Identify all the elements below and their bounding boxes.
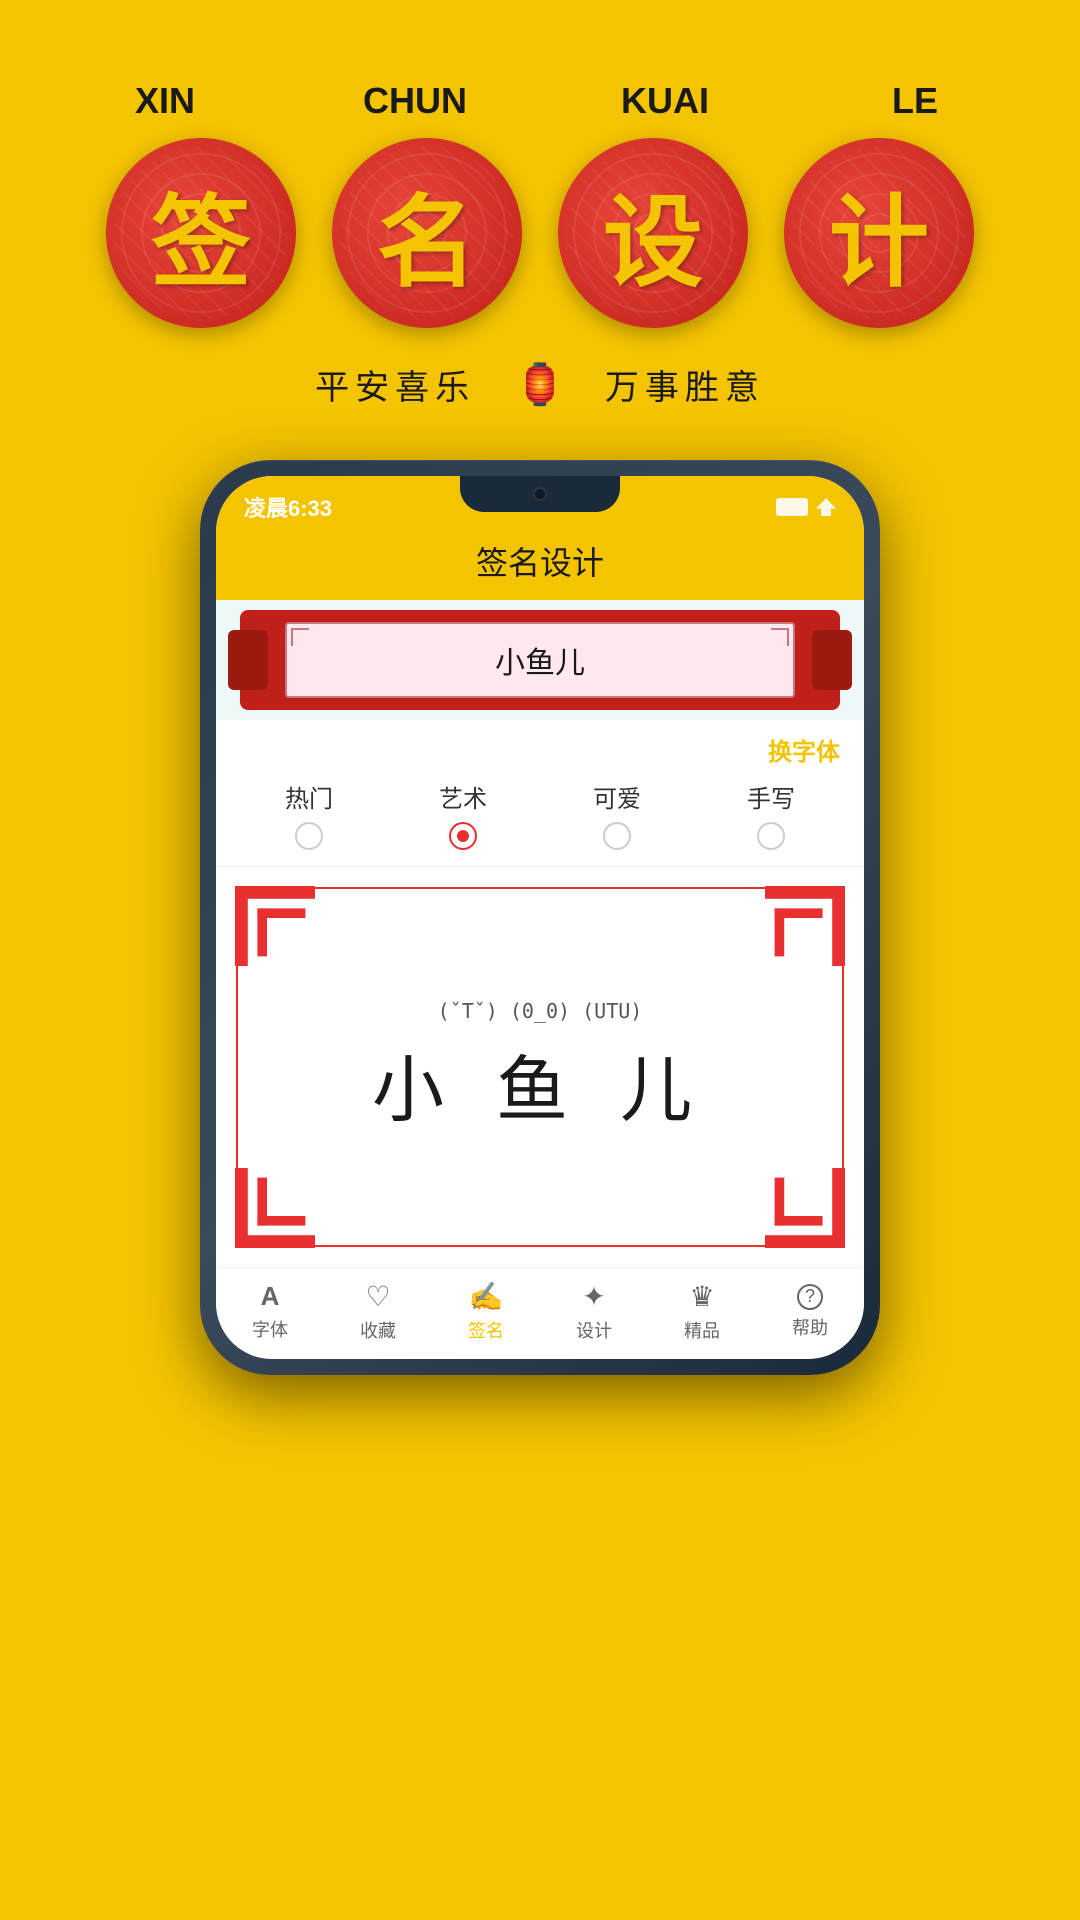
char-0: 签 — [151, 161, 251, 306]
font-tab-3[interactable]: 手写 — [747, 779, 795, 850]
app-title: 签名设计 — [476, 545, 604, 581]
corner-ornament-br — [765, 1168, 845, 1248]
font-tab-label-3: 手写 — [747, 779, 795, 814]
phone-screen: 凌晨6:33 签名设计 小鱼儿 — [216, 476, 864, 1359]
font-tab-dot-3 — [757, 822, 785, 850]
status-time: 凌晨6:33 — [244, 491, 332, 523]
phone-mockup: 凌晨6:33 签名设计 小鱼儿 — [200, 460, 880, 1375]
signature-icon: ✍ — [469, 1280, 504, 1313]
characters-row: 签 名 设 计 — [106, 138, 974, 328]
bottom-nav-bar: A 字体 ♡ 收藏 ✍ 签名 ✦ 设计 ♛ 精品 — [216, 1267, 864, 1359]
signature-name-display: 小 鱼 儿 — [372, 1031, 708, 1136]
char-3: 计 — [829, 161, 929, 306]
phone-outer-frame: 凌晨6:33 签名设计 小鱼儿 — [200, 460, 880, 1375]
font-tab-1[interactable]: 艺术 — [439, 779, 487, 850]
subtitle-right: 万事胜意 — [605, 360, 765, 409]
font-tab-label-0: 热门 — [285, 779, 333, 814]
char-circle-2: 设 — [558, 138, 748, 328]
char-circle-3: 计 — [784, 138, 974, 328]
nav-item-help[interactable]: ? 帮助 — [792, 1284, 828, 1340]
pinyin-kuai: KUAI — [570, 80, 760, 122]
char-circle-0: 签 — [106, 138, 296, 328]
nav-item-collect[interactable]: ♡ 收藏 — [360, 1280, 396, 1343]
font-switch-button[interactable]: 换字体 — [768, 732, 840, 767]
corner-ornament-bl — [235, 1168, 315, 1248]
nav-label-collect: 收藏 — [360, 1317, 396, 1343]
nav-item-premium[interactable]: ♛ 精品 — [684, 1280, 720, 1343]
font-tab-label-1: 艺术 — [439, 779, 487, 814]
font-switch-row: 换字体 — [216, 720, 864, 771]
nav-label-premium: 精品 — [684, 1317, 720, 1343]
font-tab-2[interactable]: 可爱 — [593, 779, 641, 850]
nav-item-font[interactable]: A 字体 — [252, 1281, 288, 1342]
battery-icon — [776, 498, 808, 516]
char-2: 设 — [603, 161, 703, 306]
pinyin-row: XIN CHUN KUAI LE — [70, 80, 1010, 122]
char-circle-1: 名 — [332, 138, 522, 328]
scroll-inner: 小鱼儿 — [285, 622, 795, 698]
nav-item-design[interactable]: ✦ 设计 — [576, 1280, 612, 1343]
top-section: XIN CHUN KUAI LE 签 名 设 计 平安喜乐 🏮 万事胜意 — [0, 0, 1080, 409]
premium-icon: ♛ — [689, 1280, 714, 1313]
corner-ornament-tl — [235, 886, 315, 966]
scroll-name-display: 小鱼儿 — [495, 647, 585, 680]
font-tab-dot-2 — [603, 822, 631, 850]
heart-icon: ♡ — [365, 1280, 390, 1313]
nav-label-design: 设计 — [576, 1317, 612, 1343]
corner-ornament-tr — [765, 886, 845, 966]
status-icons — [776, 498, 836, 516]
font-tabs-bar: 热门 艺术 可爱 手写 — [216, 771, 864, 867]
nav-item-signature[interactable]: ✍ 签名 — [468, 1280, 504, 1343]
font-tab-label-2: 可爱 — [593, 779, 641, 814]
signature-border-box: (ˇTˇ) (0_0) (UTU) 小 鱼 儿 — [236, 887, 844, 1247]
signature-emoticons: (ˇTˇ) (0_0) (UTU) — [372, 999, 708, 1023]
scroll-left-end — [228, 630, 268, 690]
design-icon: ✦ — [582, 1280, 605, 1313]
nav-label-signature: 签名 — [468, 1317, 504, 1343]
front-camera — [533, 487, 547, 501]
font-tab-dot-0 — [295, 822, 323, 850]
pinyin-le: LE — [820, 80, 1010, 122]
pinyin-xin: XIN — [70, 80, 260, 122]
nav-label-font: 字体 — [252, 1316, 288, 1342]
signature-display-area: (ˇTˇ) (0_0) (UTU) 小 鱼 儿 — [216, 867, 864, 1267]
char-1: 名 — [377, 161, 477, 306]
font-tab-dot-1 — [449, 822, 477, 850]
wifi-icon — [816, 498, 836, 516]
scroll-right-end — [812, 630, 852, 690]
font-icon: A — [261, 1281, 280, 1312]
phone-notch — [460, 476, 620, 512]
font-tab-0[interactable]: 热门 — [285, 779, 333, 850]
scroll-decoration: 小鱼儿 — [240, 610, 840, 710]
app-title-bar: 签名设计 — [216, 530, 864, 600]
help-icon: ? — [797, 1284, 823, 1310]
pinyin-chun: CHUN — [320, 80, 510, 122]
nav-label-help: 帮助 — [792, 1314, 828, 1340]
subtitle-left: 平安喜乐 — [315, 360, 475, 409]
lucky-icon: 🏮 — [515, 361, 565, 408]
subtitle-row: 平安喜乐 🏮 万事胜意 — [315, 360, 765, 409]
scroll-banner-area: 小鱼儿 — [216, 600, 864, 720]
